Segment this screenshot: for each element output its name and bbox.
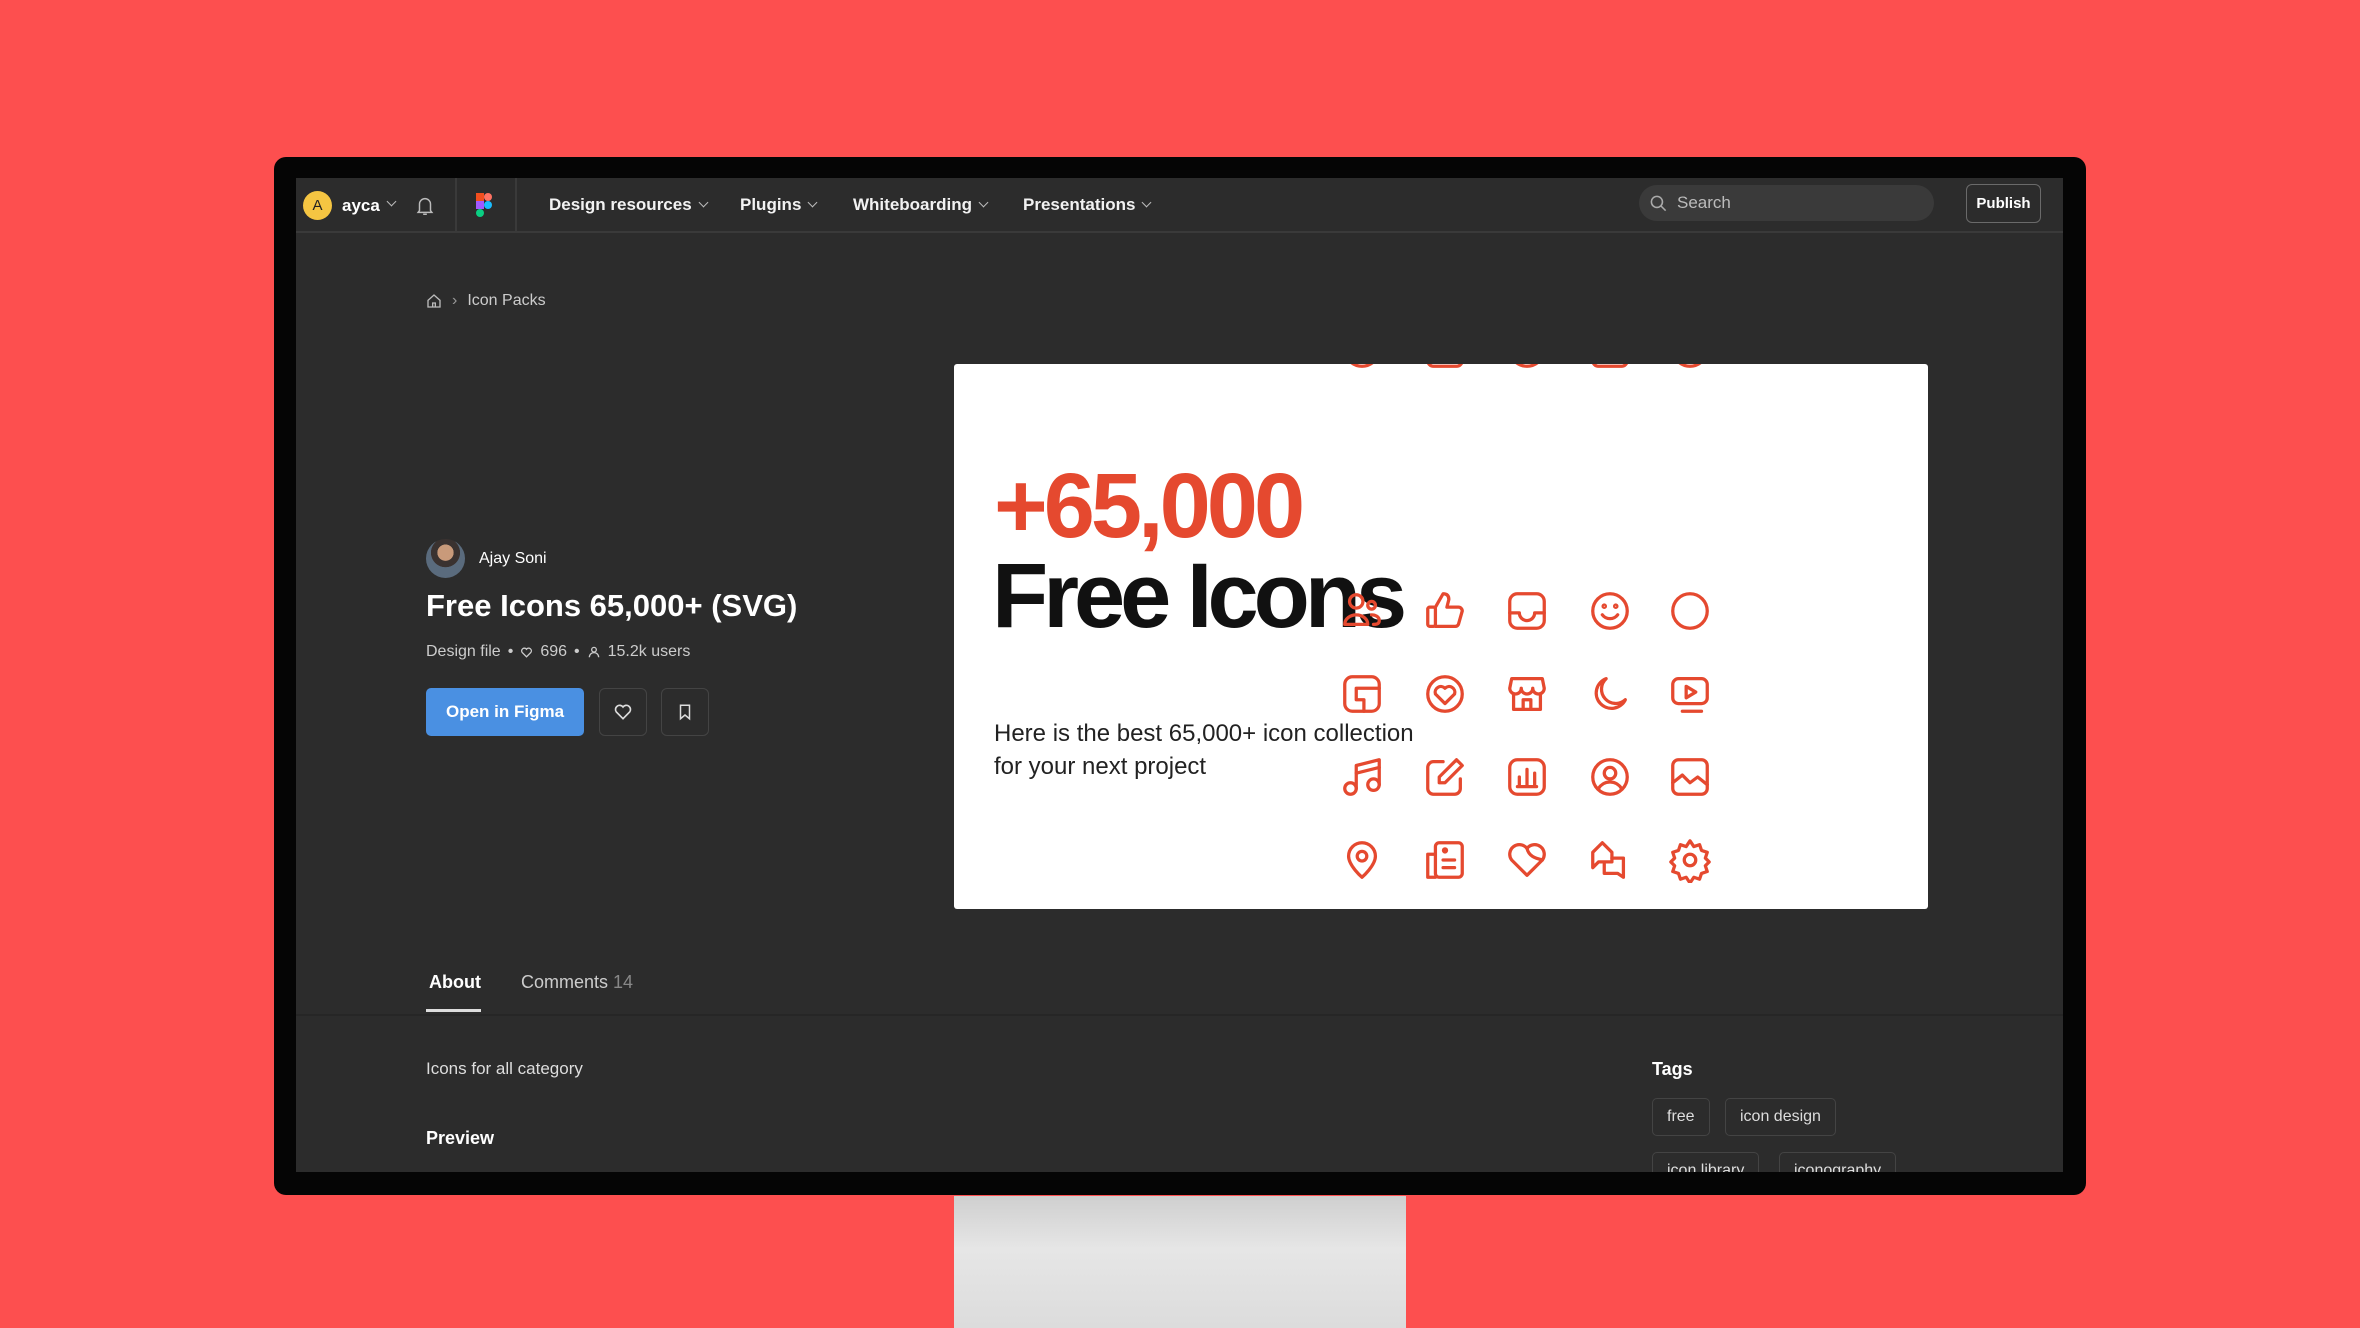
cover-image: +65,000 Free Icons Here is the best 65,0…: [954, 364, 1928, 909]
file-type: Design file: [426, 643, 501, 660]
screen: A ayca Design resources Plugins Whiteboa…: [296, 178, 2063, 1172]
open-in-figma-button[interactable]: Open in Figma: [426, 688, 584, 736]
users-icon: [1343, 593, 1381, 627]
author-avatar: [426, 539, 465, 578]
chevron-down-icon: [807, 197, 818, 208]
partial-icon: [1427, 364, 1463, 368]
chevron-down-icon: [978, 197, 989, 208]
search-icon: [1650, 195, 1667, 212]
tag-icon-design[interactable]: icon design: [1725, 1098, 1836, 1136]
partial-icon: [1678, 364, 1702, 368]
edit-icon: [1426, 758, 1464, 796]
moon-icon: [1594, 677, 1627, 710]
file-meta: Design file • 696 • 15.2k users: [426, 643, 691, 660]
breadcrumb: › Icon Packs: [426, 292, 546, 310]
author-name: Ajay Soni: [479, 549, 547, 567]
partial-icon: [1350, 364, 1374, 368]
layout-icon: [1343, 675, 1381, 713]
store-icon: [1508, 677, 1546, 711]
tags-heading: Tags: [1652, 1059, 1693, 1079]
divider: [455, 178, 457, 233]
chart-icon: [1508, 758, 1546, 796]
bookmark-button[interactable]: [661, 688, 709, 736]
heart-icon: [614, 704, 632, 720]
chevron-down-icon: [698, 197, 709, 208]
partial-icon: [1592, 364, 1628, 368]
tag-iconography[interactable]: iconography: [1779, 1152, 1897, 1172]
top-navbar: A ayca Design resources Plugins Whiteboa…: [296, 178, 2063, 233]
like-count: 696: [540, 643, 568, 660]
tag-icon-library[interactable]: icon library: [1652, 1152, 1760, 1172]
file-title: Free Icons 65,000+ (SVG): [426, 588, 798, 623]
smile-icon: [1591, 592, 1629, 630]
nav-plugins[interactable]: Plugins: [740, 195, 818, 215]
author[interactable]: Ajay Soni: [426, 539, 547, 578]
tab-about[interactable]: About: [429, 972, 481, 993]
music-icon: [1343, 758, 1381, 796]
like-button[interactable]: [599, 688, 647, 736]
newspaper-icon: [1426, 841, 1464, 879]
divider: [296, 1014, 2063, 1016]
divider: [515, 178, 517, 233]
partial-icon: [1515, 364, 1539, 368]
chevron-right-icon: ›: [452, 292, 458, 309]
user-count: 15.2k users: [607, 643, 691, 660]
user-icon: [588, 646, 599, 658]
user-name: ayca: [342, 195, 380, 215]
banner-line-2: for your next project: [994, 753, 1207, 780]
preview-heading: Preview: [426, 1128, 495, 1148]
thumbs-up-icon: [1426, 592, 1464, 628]
chat-icon: [1591, 841, 1626, 879]
user-circle-icon: [1591, 758, 1629, 796]
tab-comments[interactable]: Comments 14: [521, 972, 633, 993]
circle-icon: [1671, 592, 1709, 630]
banner-line-1: Here is the best 65,000+ icon collection: [994, 720, 1414, 747]
chevron-down-icon: [1141, 197, 1152, 208]
tab-active-indicator: [426, 1009, 481, 1012]
nav-whiteboarding[interactable]: Whiteboarding: [853, 195, 989, 215]
nav-design-resources[interactable]: Design resources: [549, 195, 709, 215]
breadcrumb-current[interactable]: Icon Packs: [467, 292, 545, 310]
search-placeholder: Search: [1677, 193, 1731, 212]
figma-logo-icon[interactable]: [476, 192, 492, 218]
avatar: A: [303, 191, 332, 220]
heart-icon: [521, 647, 533, 658]
search-input[interactable]: Search: [1639, 185, 1934, 221]
bookmark-icon: [679, 704, 691, 721]
inbox-icon: [1508, 592, 1546, 630]
user-menu[interactable]: A ayca: [303, 191, 397, 220]
heart-circle-icon: [1426, 675, 1464, 713]
image-icon: [1671, 758, 1709, 796]
chevron-down-icon: [386, 196, 397, 207]
map-pin-icon: [1346, 841, 1378, 879]
nav-presentations[interactable]: Presentations: [1023, 195, 1152, 215]
publish-button[interactable]: Publish: [1966, 184, 2041, 223]
home-icon[interactable]: [426, 293, 442, 309]
description: Icons for all category: [426, 1059, 583, 1078]
video-icon: [1671, 677, 1709, 713]
comment-count: 14: [613, 972, 634, 992]
tag-free[interactable]: free: [1652, 1098, 1710, 1136]
bell-icon[interactable]: [414, 194, 436, 218]
settings-icon: [1669, 839, 1711, 883]
heart-broken-icon: [1508, 843, 1546, 877]
monitor-stand: [954, 1196, 1406, 1328]
